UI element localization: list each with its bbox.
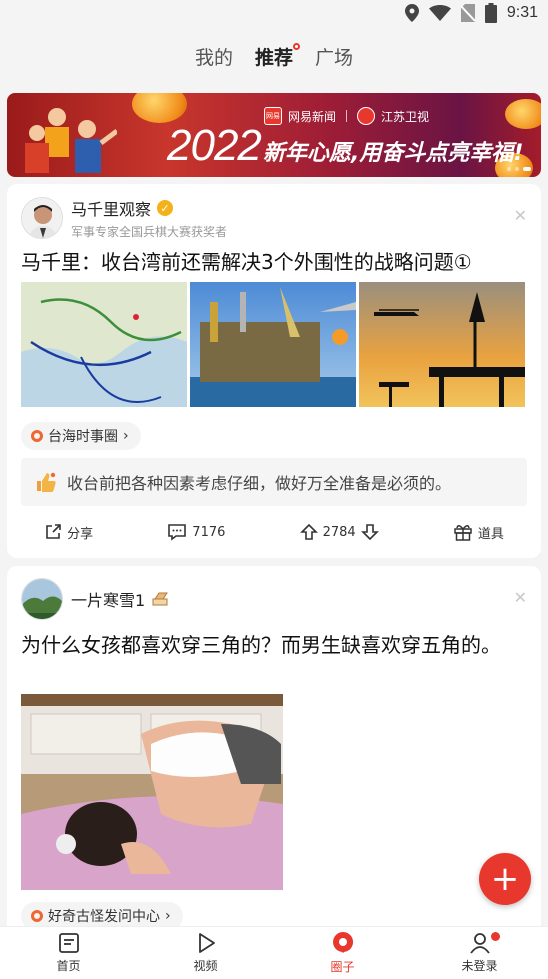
circle-icon <box>31 430 43 442</box>
promo-banner[interactable]: 网易 网易新闻 江苏卫视 2022 新年心愿,用奋斗点亮幸福! <box>7 93 541 177</box>
circle-tag-label: 好奇古怪发问中心 <box>48 909 160 925</box>
author-name[interactable]: 马千里观察 <box>71 196 151 220</box>
avatar[interactable] <box>21 578 63 620</box>
circle-icon <box>31 910 43 922</box>
tab-mine[interactable]: 我的 <box>195 43 233 70</box>
tab-recommend-label: 推荐 <box>254 46 293 69</box>
close-icon[interactable]: ✕ <box>514 588 527 607</box>
post-image-sunset-rig[interactable] <box>359 282 525 407</box>
circle-tag[interactable]: 台海时事圈 › <box>21 422 141 450</box>
netease-brand: 网易新闻 <box>288 109 337 124</box>
nav-video-label: 视频 <box>193 959 218 973</box>
notification-dot <box>490 932 500 941</box>
family-illustration <box>25 108 117 173</box>
vote-count: 2784 <box>322 524 356 540</box>
comment-button[interactable]: 7176 <box>167 523 225 541</box>
comment-icon <box>168 524 187 541</box>
avatar[interactable] <box>21 197 63 239</box>
create-post-button[interactable]: + <box>479 853 531 905</box>
battery-icon <box>484 3 497 23</box>
post-image[interactable] <box>21 694 283 890</box>
post-image-oil-platform[interactable] <box>190 282 356 407</box>
nav-circle-label: 圈子 <box>330 960 355 974</box>
lantern-decoration <box>505 99 541 129</box>
author-name[interactable]: 一片寒雪1 <box>71 587 145 611</box>
post-card[interactable]: 一片寒雪1 ✕ 为什么女孩都喜欢穿三角的？而男生缺喜欢穿五角的。 好奇古怪发问中… <box>7 566 541 946</box>
banner-slogan: 新年心愿,用奋斗点亮幸福! <box>263 141 524 166</box>
wifi-icon <box>428 5 451 21</box>
gift-icon <box>454 525 472 541</box>
post-card[interactable]: 马千里观察 ✓ 军事专家全国兵棋大赛获奖者 ✕ 马千里：收台湾前还需解决3个外围… <box>7 184 541 558</box>
top-tabs: 我的 推荐 广场 <box>0 38 548 74</box>
downvote-icon[interactable] <box>360 523 379 541</box>
banner-logos: 网易 网易新闻 江苏卫视 <box>264 107 429 125</box>
banner-pager <box>507 167 531 171</box>
share-button[interactable]: 分享 <box>44 523 93 542</box>
status-time: 9:31 <box>506 4 538 21</box>
bottom-nav: 首页 视频 圈子 未登录 <box>0 926 548 979</box>
chevron-right-icon: › <box>165 908 171 924</box>
circle-chat-icon <box>332 932 353 953</box>
play-icon <box>198 933 215 953</box>
no-sim-icon <box>460 4 475 22</box>
jiangsu-tv-logo <box>357 107 376 125</box>
nav-home[interactable]: 首页 <box>29 932 109 974</box>
verified-icon: ✓ <box>157 200 174 216</box>
circle-tag-label: 台海时事圈 <box>48 429 118 445</box>
post-images <box>21 282 525 407</box>
vote-control: 2784 <box>299 523 379 541</box>
share-label: 分享 <box>67 526 94 542</box>
netease-logo: 网易 <box>264 107 282 125</box>
nav-video[interactable]: 视频 <box>166 932 246 974</box>
nav-circle[interactable]: 圈子 <box>303 931 383 975</box>
banner-year: 2022 <box>167 121 262 170</box>
post-title[interactable]: 为什么女孩都喜欢穿三角的？而男生缺喜欢穿五角的。 <box>21 630 521 660</box>
level-badge-icon <box>152 592 169 606</box>
comment-count: 7176 <box>192 524 226 540</box>
props-label: 道具 <box>477 526 504 542</box>
post-actions: 分享 7176 2784 道具 <box>7 518 541 546</box>
nav-profile[interactable]: 未登录 <box>440 932 520 974</box>
tab-square[interactable]: 广场 <box>315 43 353 70</box>
nav-home-label: 首页 <box>56 959 81 973</box>
thumbs-up-icon <box>37 472 56 492</box>
post-image-map[interactable] <box>21 282 187 407</box>
props-button[interactable]: 道具 <box>453 523 504 542</box>
location-icon <box>404 4 419 22</box>
close-icon[interactable]: ✕ <box>514 206 527 225</box>
home-icon <box>58 933 79 953</box>
tab-recommend[interactable]: 推荐 <box>254 42 300 70</box>
new-dot <box>293 42 300 50</box>
post-author[interactable]: 马千里观察 ✓ 军事专家全国兵棋大赛获奖者 <box>21 196 227 240</box>
share-icon <box>46 524 61 539</box>
post-author[interactable]: 一片寒雪1 <box>21 578 171 620</box>
lantern-decoration <box>132 93 187 123</box>
author-subtitle: 军事专家全国兵棋大赛获奖者 <box>71 225 228 239</box>
hot-comment[interactable]: 收台前把各种因素考虑仔细，做好万全准备是必须的。 <box>21 458 527 506</box>
post-title[interactable]: 马千里：收台湾前还需解决3个外围性的战略问题① <box>21 247 531 277</box>
upvote-icon[interactable] <box>299 523 318 541</box>
hot-comment-text: 收台前把各种因素考虑仔细，做好万全准备是必须的。 <box>67 474 452 493</box>
jiangsu-brand: 江苏卫视 <box>381 109 430 124</box>
chevron-right-icon: › <box>123 428 129 444</box>
nav-profile-label: 未登录 <box>461 959 498 973</box>
status-bar: 9:31 <box>0 0 548 26</box>
user-icon <box>469 933 490 954</box>
